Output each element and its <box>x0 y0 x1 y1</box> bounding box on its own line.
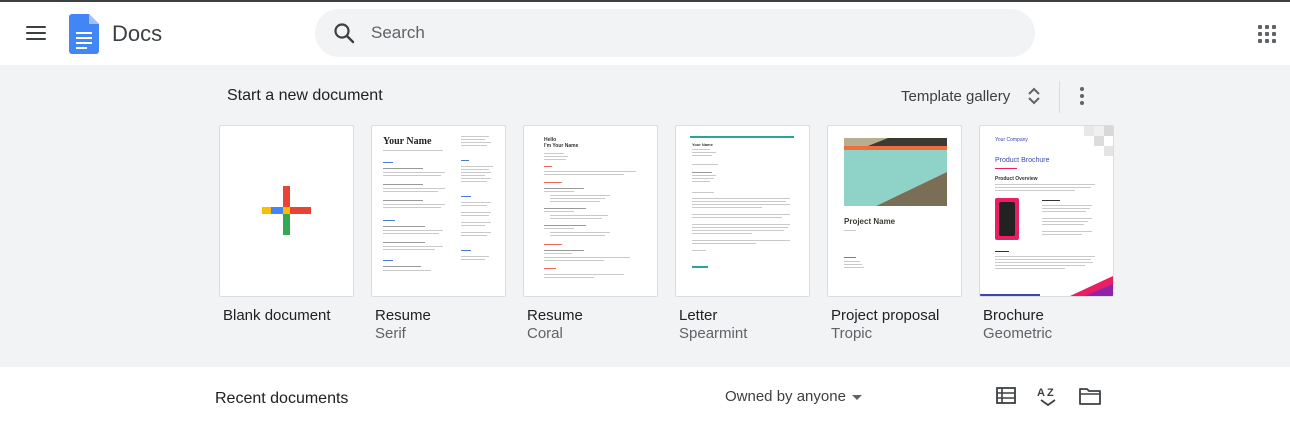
template-subtitle: Tropic <box>831 325 873 342</box>
app-header: Docs <box>0 2 1290 65</box>
owner-filter-label: Owned by anyone <box>725 388 846 405</box>
template-name: Project proposal <box>831 307 940 324</box>
more-vert-icon[interactable] <box>1070 81 1094 111</box>
docs-logo-icon[interactable] <box>69 14 99 54</box>
search-icon[interactable] <box>332 21 356 45</box>
template-subtitle: Spearmint <box>679 325 748 342</box>
template-name: Resume <box>375 307 431 324</box>
template-gallery-button[interactable]: Template gallery <box>894 79 1050 113</box>
brochure-section: Product Overview <box>995 176 1038 182</box>
template-subtitle: Geometric <box>983 325 1053 342</box>
sort-az-icon[interactable]: A Z <box>1035 383 1061 409</box>
svg-text:A: A <box>1037 387 1045 399</box>
template-thumbnail[interactable]: Your Name <box>371 125 506 297</box>
plus-icon <box>262 186 311 235</box>
tropic-banner-graphic <box>844 138 947 206</box>
template-gallery-label: Template gallery <box>901 88 1011 105</box>
thumbnail-heading: Project Name <box>844 217 896 226</box>
owner-filter-dropdown[interactable]: Owned by anyone <box>720 384 870 410</box>
template-section-heading: Start a new document <box>227 87 383 104</box>
template-thumbnail[interactable]: Your Name <box>675 125 810 297</box>
template-section: Start a new document Template gallery Bl… <box>0 65 1290 367</box>
unfold-icon <box>1028 87 1040 105</box>
search-bar[interactable] <box>315 9 1035 57</box>
dropdown-arrow-icon <box>852 395 862 400</box>
main-menu-button[interactable] <box>20 17 52 49</box>
search-input[interactable] <box>371 9 1011 57</box>
template-thumbnail[interactable]: Hello I'm Your Name <box>523 125 658 297</box>
recent-documents-heading: Recent documents <box>215 390 349 407</box>
template-name: Blank document <box>223 307 331 324</box>
thumbnail-heading: Your Name <box>692 142 713 147</box>
brochure-company: Your Company <box>995 137 1028 143</box>
template-thumbnail[interactable] <box>219 125 354 297</box>
svg-text:Z: Z <box>1047 387 1054 399</box>
folder-icon[interactable] <box>1077 383 1103 409</box>
thumbnail-heading: Hello I'm Your Name <box>544 137 579 149</box>
template-subtitle: Serif <box>375 325 406 342</box>
toolbar-divider <box>1059 81 1060 113</box>
apps-grid-icon[interactable] <box>1255 22 1279 46</box>
template-thumbnail[interactable]: Project Name <box>827 125 962 297</box>
template-name: Letter <box>679 307 718 324</box>
app-title[interactable]: Docs <box>112 21 162 47</box>
template-subtitle: Coral <box>527 325 563 342</box>
template-name: Resume <box>527 307 583 324</box>
template-thumbnail[interactable]: Your Company Product Brochure Product Ov… <box>979 125 1114 297</box>
thumbnail-heading: Your Name <box>383 136 432 147</box>
template-name: Brochure <box>983 307 1044 324</box>
thumbnail-heading: Product Brochure <box>995 157 1050 164</box>
list-view-icon[interactable] <box>993 383 1019 409</box>
